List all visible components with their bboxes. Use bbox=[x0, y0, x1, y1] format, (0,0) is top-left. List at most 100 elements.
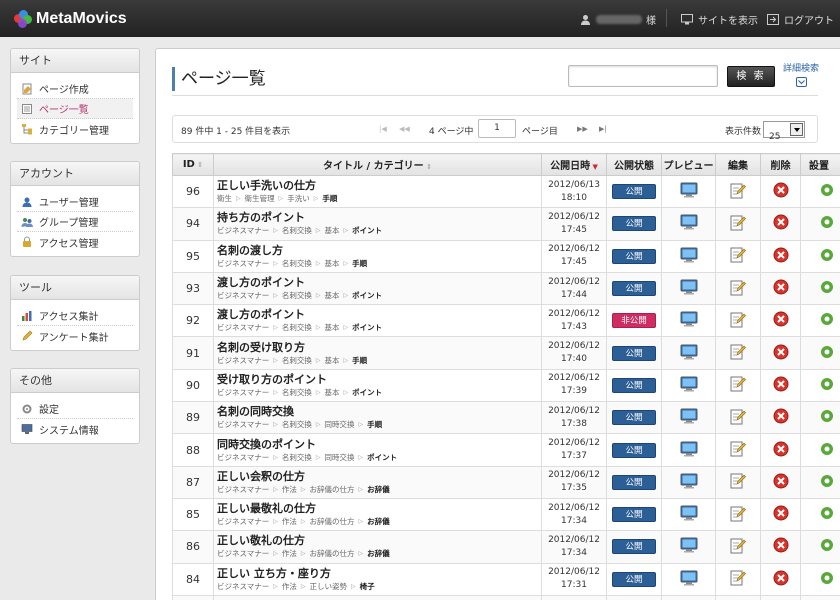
status-badge[interactable]: 公開 bbox=[612, 377, 656, 393]
page-title-link[interactable]: 受け取り方のポイント bbox=[217, 373, 541, 387]
cell-delete[interactable] bbox=[760, 368, 801, 403]
cell-settings[interactable] bbox=[800, 497, 840, 532]
cell-edit[interactable] bbox=[715, 368, 761, 403]
search-button[interactable]: 検 索 bbox=[727, 66, 775, 87]
table-row[interactable]: 92 渡し方のポイント ビジネスマナー ▷ 名刺交換 ▷ 基本 ▷ ポイント 2012/06/12… bbox=[172, 304, 840, 338]
table-row[interactable]: 90 受け取り方のポイント ビジネスマナー ▷ 名刺交換 ▷ 基本 ▷ ポイント 2012/06/… bbox=[172, 368, 840, 403]
cell-title[interactable]: 正しい会釈の仕方 ビジネスマナー ▷ 作法 ▷ お辞儀の仕方 ▷ お辞儀 bbox=[213, 465, 542, 499]
cell-preview[interactable] bbox=[661, 336, 716, 370]
cell-delete[interactable] bbox=[760, 530, 801, 564]
prev-page-button[interactable]: ◀◀ bbox=[399, 125, 410, 133]
page-title-link[interactable]: 正しい 立ち方・座り方 bbox=[217, 567, 541, 581]
table-row[interactable]: 93 渡し方のポイント ビジネスマナー ▷ 名刺交換 ▷ 基本 ▷ ポイント 2012/06/12… bbox=[172, 271, 840, 306]
cell-delete[interactable] bbox=[760, 336, 801, 370]
cell-title[interactable]: 同時交換のポイント ビジネスマナー ▷ 名刺交換 ▷ 同時交換 ▷ ポイント bbox=[213, 433, 542, 467]
cell-preview[interactable] bbox=[661, 239, 716, 273]
status-badge[interactable]: 公開 bbox=[612, 474, 656, 490]
page-title-link[interactable]: 渡し方のポイント bbox=[217, 308, 541, 322]
page-title-link[interactable]: 正しい手洗いの仕方 bbox=[217, 179, 541, 193]
advanced-search-link[interactable]: 詳細検索 bbox=[781, 64, 821, 91]
cell-title[interactable]: 名刺の渡し方 ビジネスマナー ▷ 名刺交換 ▷ 基本 ▷ 手順 bbox=[213, 239, 542, 273]
cell-title[interactable]: 名刺の同時交換 ビジネスマナー ▷ 名刺交換 ▷ 同時交換 ▷ 手順 bbox=[213, 401, 542, 435]
cell-settings[interactable] bbox=[800, 530, 840, 564]
cell-preview[interactable] bbox=[661, 174, 716, 209]
cell-delete[interactable] bbox=[760, 594, 801, 600]
cell-preview[interactable] bbox=[661, 368, 716, 403]
cell-title[interactable]: 正しい敬礼の仕方 ビジネスマナー ▷ 作法 ▷ お辞儀の仕方 ▷ お辞儀 bbox=[213, 530, 542, 564]
cell-title[interactable]: 持ち方のポイント ビジネスマナー ▷ 名刺交換 ▷ 基本 ▷ ポイント bbox=[213, 207, 542, 241]
page-number-input[interactable]: 1 bbox=[478, 119, 516, 138]
page-title-link[interactable]: 渡し方のポイント bbox=[217, 276, 541, 290]
sidebar-item[interactable]: ページ一覧 bbox=[17, 99, 133, 119]
search-input[interactable] bbox=[568, 65, 718, 87]
cell-preview[interactable] bbox=[661, 562, 716, 596]
user-menu[interactable]: 様 bbox=[580, 12, 656, 27]
cell-delete[interactable] bbox=[760, 465, 801, 499]
cell-settings[interactable] bbox=[800, 401, 840, 435]
page-title-link[interactable]: 正しい敬礼の仕方 bbox=[217, 534, 541, 548]
cell-settings[interactable] bbox=[800, 433, 840, 467]
cell-settings[interactable] bbox=[800, 368, 840, 403]
cell-settings[interactable] bbox=[800, 271, 840, 306]
cell-edit[interactable] bbox=[715, 207, 761, 241]
app-logo[interactable]: MetaMovics bbox=[14, 9, 127, 29]
sidebar-item[interactable]: 設定 bbox=[17, 399, 133, 419]
sidebar-item[interactable]: アクセス集計 bbox=[17, 306, 133, 326]
cell-preview[interactable] bbox=[661, 594, 716, 600]
sidebar-item[interactable]: グループ管理 bbox=[17, 212, 133, 232]
cell-title[interactable]: 渡し方のポイント ビジネスマナー ▷ 名刺交換 ▷ 基本 ▷ ポイント bbox=[213, 304, 542, 338]
cell-edit[interactable] bbox=[715, 530, 761, 564]
cell-preview[interactable] bbox=[661, 530, 716, 564]
cell-edit[interactable] bbox=[715, 304, 761, 338]
sidebar-item[interactable]: アクセス管理 bbox=[17, 232, 133, 252]
sidebar-item[interactable]: ユーザー管理 bbox=[17, 192, 133, 212]
logout-link[interactable]: ログアウト bbox=[767, 12, 834, 27]
status-badge[interactable]: 非公開 bbox=[612, 313, 656, 329]
cell-preview[interactable] bbox=[661, 304, 716, 338]
cell-delete[interactable] bbox=[760, 304, 801, 338]
cell-settings[interactable] bbox=[800, 174, 840, 209]
cell-edit[interactable] bbox=[715, 271, 761, 306]
col-title-header[interactable]: タイトル / カテゴリー ⇕ bbox=[213, 153, 542, 176]
cell-title[interactable]: 受け取り方のポイント ビジネスマナー ▷ 名刺交換 ▷ 基本 ▷ ポイント bbox=[213, 368, 542, 403]
cell-delete[interactable] bbox=[760, 401, 801, 435]
table-row[interactable]: 95 名刺の渡し方 ビジネスマナー ▷ 名刺交換 ▷ 基本 ▷ 手順 2012/06/12 17:4… bbox=[172, 239, 840, 273]
page-title-link[interactable]: 名刺の渡し方 bbox=[217, 244, 541, 258]
col-date-header[interactable]: 公開日時 ▼ bbox=[541, 153, 607, 176]
cell-settings[interactable] bbox=[800, 562, 840, 596]
status-badge[interactable]: 公開 bbox=[612, 539, 656, 555]
per-page-select[interactable]: 25 bbox=[763, 121, 805, 142]
sidebar-item[interactable]: システム情報 bbox=[17, 419, 133, 439]
cell-preview[interactable] bbox=[661, 433, 716, 467]
col-id-header[interactable]: ID ⇕ bbox=[172, 153, 214, 176]
page-title-link[interactable]: 正しい最敬礼の仕方 bbox=[217, 502, 541, 516]
cell-edit[interactable] bbox=[715, 336, 761, 370]
status-badge[interactable]: 公開 bbox=[612, 410, 656, 426]
cell-settings[interactable] bbox=[800, 239, 840, 273]
status-badge[interactable]: 公開 bbox=[612, 571, 656, 587]
cell-edit[interactable] bbox=[715, 594, 761, 600]
cell-delete[interactable] bbox=[760, 433, 801, 467]
status-badge[interactable]: 公開 bbox=[612, 345, 656, 361]
cell-title[interactable]: 正しい最敬礼の仕方 ビジネスマナー ▷ 作法 ▷ お辞儀の仕方 ▷ お辞儀 bbox=[213, 497, 542, 532]
cell-delete[interactable] bbox=[760, 174, 801, 209]
view-site-link[interactable]: サイトを表示 bbox=[681, 12, 758, 27]
table-row[interactable]: 84 正しい 立ち方・座り方 ビジネスマナー ▷ 作法 ▷ 正しい姿勢 ▷ 椅子 2012/06/… bbox=[172, 562, 840, 596]
cell-edit[interactable] bbox=[715, 433, 761, 467]
last-page-button[interactable]: ▶| bbox=[599, 125, 607, 133]
status-badge[interactable]: 公開 bbox=[612, 184, 656, 200]
table-row[interactable]: 85 正しい最敬礼の仕方 ビジネスマナー ▷ 作法 ▷ お辞儀の仕方 ▷ お辞儀 2012/06/… bbox=[172, 497, 840, 532]
cell-title[interactable]: 正しい 立ち方・座り方 ビジネスマナー ▷ 作法 ▷ 正しい姿勢 ▷ 椅子 bbox=[213, 562, 542, 596]
status-badge[interactable]: 公開 bbox=[612, 281, 656, 297]
cell-settings[interactable] bbox=[800, 304, 840, 338]
page-title-link[interactable]: 正しい会釈の仕方 bbox=[217, 470, 541, 484]
cell-delete[interactable] bbox=[760, 271, 801, 306]
cell-preview[interactable] bbox=[661, 401, 716, 435]
table-row[interactable]: 91 名刺の受け取り方 ビジネスマナー ▷ 名刺交換 ▷ 基本 ▷ 手順 2012/06/12 17… bbox=[172, 336, 840, 370]
status-badge[interactable]: 公開 bbox=[612, 507, 656, 523]
table-row[interactable]: 96 正しい手洗いの仕方 衛生 ▷ 衛生管理 ▷ 手洗い ▷ 手順 2012/06/13 18:10… bbox=[172, 174, 840, 209]
table-row[interactable] bbox=[172, 594, 840, 600]
sidebar-item[interactable]: ページ作成 bbox=[17, 79, 133, 99]
table-row[interactable]: 88 同時交換のポイント ビジネスマナー ▷ 名刺交換 ▷ 同時交換 ▷ ポイント 2012/06… bbox=[172, 433, 840, 467]
cell-preview[interactable] bbox=[661, 207, 716, 241]
